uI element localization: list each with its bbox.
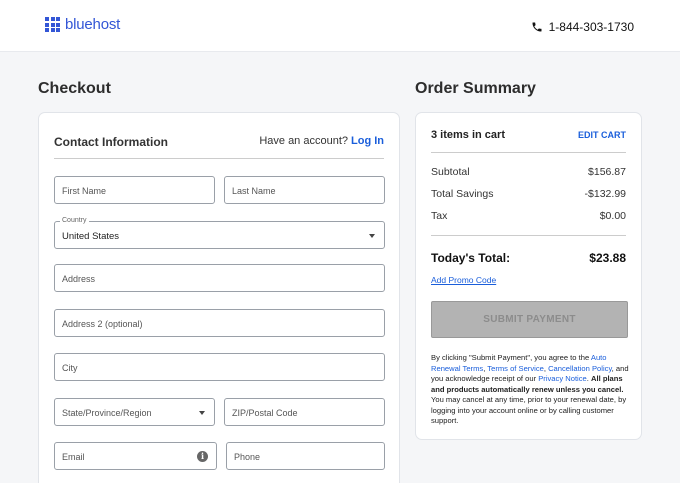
contact-card: Contact Information Have an account? Log …: [38, 112, 400, 483]
tax-row: Tax $0.00: [431, 210, 626, 222]
cancellation-policy-link[interactable]: Cancellation Policy: [548, 364, 612, 373]
phone-icon: [532, 22, 542, 32]
cart-items-count: 3 items in cart: [431, 129, 505, 141]
login-link[interactable]: Log In: [351, 135, 384, 147]
phone-number: 1-844-303-1730: [548, 20, 634, 34]
submit-payment-button[interactable]: SUBMIT PAYMENT: [431, 301, 628, 338]
last-name-placeholder: Last Name: [232, 186, 276, 196]
order-summary-card: 3 items in cart EDIT CART Subtotal $156.…: [415, 112, 642, 440]
legal-text: By clicking "Submit Payment", you agree …: [431, 353, 631, 427]
edit-cart-link[interactable]: EDIT CART: [578, 130, 626, 140]
bluehost-logo[interactable]: bluehost: [45, 16, 120, 33]
account-prompt: Have an account? Log In: [259, 135, 384, 147]
privacy-notice-link[interactable]: Privacy Notice: [538, 374, 587, 383]
info-icon[interactable]: i: [197, 451, 208, 462]
address2-input[interactable]: Address 2 (optional): [54, 309, 385, 337]
first-name-input[interactable]: First Name: [54, 176, 215, 204]
last-name-input[interactable]: Last Name: [224, 176, 385, 204]
header: bluehost 1-844-303-1730: [0, 0, 680, 52]
city-placeholder: City: [62, 363, 78, 373]
contact-title: Contact Information: [54, 135, 168, 149]
legal-text-1: By clicking "Submit Payment", you agree …: [431, 353, 591, 362]
zip-placeholder: ZIP/Postal Code: [232, 408, 298, 418]
logo-text: bluehost: [65, 16, 121, 33]
contact-header: Contact Information Have an account? Log …: [54, 133, 384, 159]
subtotal-label: Subtotal: [431, 166, 470, 178]
legal-text-6: You may cancel at any time, prior to you…: [431, 395, 627, 425]
have-account-text: Have an account?: [259, 135, 348, 147]
chevron-down-icon: [199, 411, 205, 415]
summary-divider: [431, 235, 626, 236]
total-row: Today's Total: $23.88: [431, 251, 626, 265]
total-value: $23.88: [589, 251, 626, 265]
zip-input[interactable]: ZIP/Postal Code: [224, 398, 385, 426]
address2-placeholder: Address 2 (optional): [62, 319, 143, 329]
email-placeholder: Email: [62, 452, 85, 462]
email-input[interactable]: Email i: [54, 442, 217, 470]
country-select[interactable]: Country United States: [54, 217, 385, 249]
country-value: United States: [62, 231, 120, 242]
subtotal-value: $156.87: [588, 166, 626, 178]
cart-header: 3 items in cart EDIT CART: [431, 129, 626, 153]
state-select[interactable]: State/Province/Region: [54, 398, 215, 426]
chevron-down-icon: [369, 234, 375, 238]
savings-label: Total Savings: [431, 188, 494, 200]
tax-value: $0.00: [599, 210, 626, 222]
checkout-title: Checkout: [38, 80, 111, 97]
tax-label: Tax: [431, 210, 448, 222]
order-summary-title: Order Summary: [415, 80, 536, 97]
city-input[interactable]: City: [54, 353, 385, 381]
address-input[interactable]: Address: [54, 264, 385, 292]
phone-input[interactable]: Phone: [226, 442, 385, 470]
total-label: Today's Total:: [431, 251, 511, 265]
terms-of-service-link[interactable]: Terms of Service: [487, 364, 544, 373]
country-label: Country: [60, 217, 89, 224]
address-placeholder: Address: [62, 274, 96, 284]
logo-grid-icon: [45, 17, 60, 32]
savings-row: Total Savings -$132.99: [431, 188, 626, 200]
subtotal-row: Subtotal $156.87: [431, 166, 626, 178]
savings-value: -$132.99: [584, 188, 626, 200]
first-name-placeholder: First Name: [62, 186, 107, 196]
state-placeholder: State/Province/Region: [62, 408, 152, 418]
phone-contact[interactable]: 1-844-303-1730: [531, 20, 634, 34]
phone-placeholder: Phone: [234, 452, 261, 462]
add-promo-code-link[interactable]: Add Promo Code: [431, 275, 496, 285]
